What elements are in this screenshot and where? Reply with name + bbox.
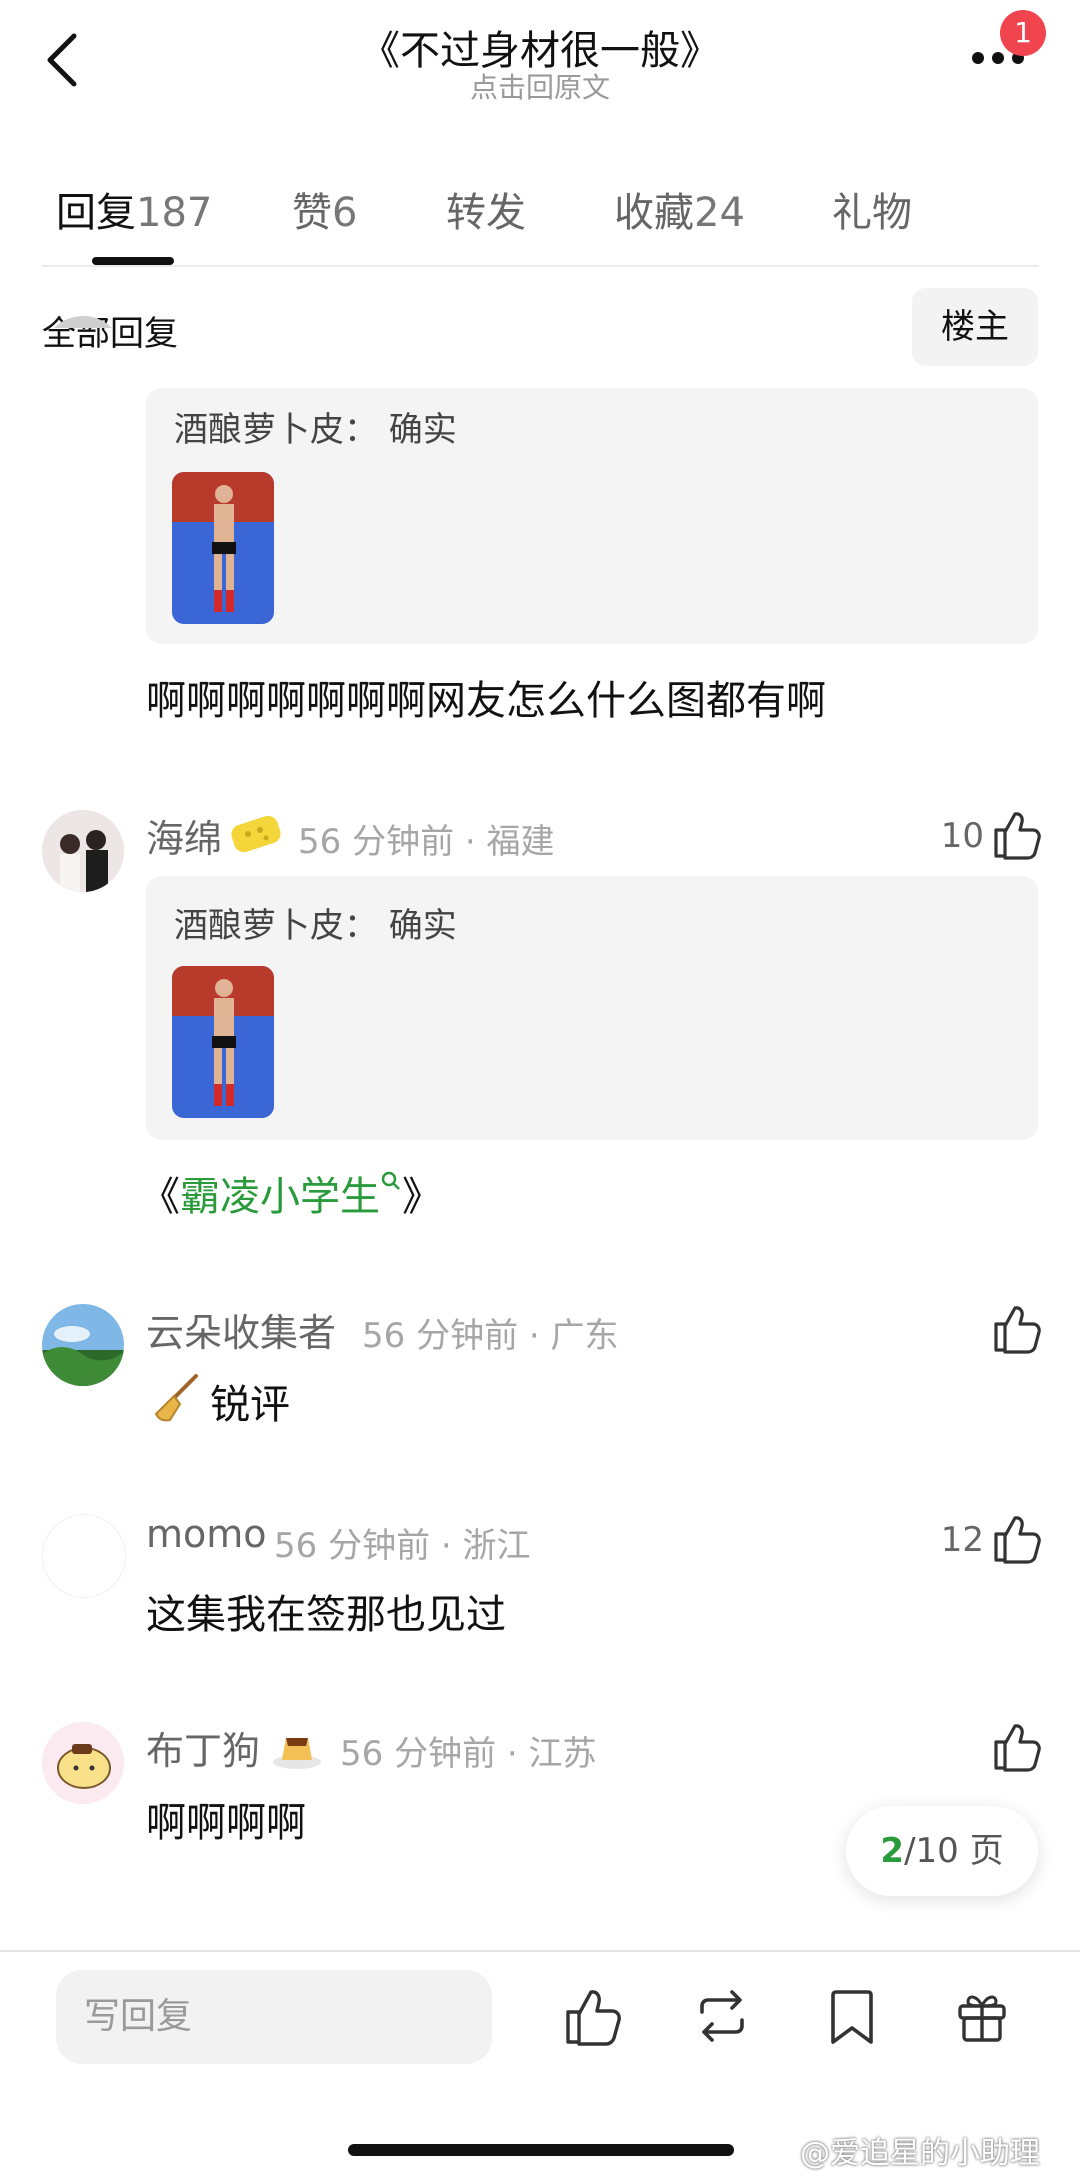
comment-meta: 56 分钟前 · 浙江 xyxy=(274,1526,531,1566)
username[interactable]: 云朵收集者 xyxy=(146,1302,336,1357)
topic-link[interactable]: 霸凌小学生 xyxy=(180,1174,380,1220)
bracket-close: 》 xyxy=(402,1174,442,1220)
quoted-text: 酒酿萝卜皮： 确实 xyxy=(174,410,457,450)
comment-meta: 56 分钟前 · 福建 xyxy=(298,822,555,862)
comment-text: 《霸凌小学生》 xyxy=(140,1164,442,1222)
quoted-image[interactable] xyxy=(172,966,274,1118)
tab-label: 礼物 xyxy=(832,190,912,236)
notification-badge: 1 xyxy=(1000,10,1046,56)
username[interactable]: 布丁狗 xyxy=(146,1720,260,1775)
like-icon[interactable] xyxy=(562,1986,622,2046)
broom-emoji-icon xyxy=(154,1374,198,1422)
tab-label: 回复 xyxy=(56,190,136,236)
runway-photo-icon xyxy=(172,966,274,1118)
comment-text: 啊啊啊啊 xyxy=(146,1800,306,1846)
tab-count: 24 xyxy=(694,190,745,236)
like-count: 10 xyxy=(940,816,984,856)
like-icon[interactable] xyxy=(990,808,1042,860)
home-indicator xyxy=(348,2144,734,2156)
gift-icon[interactable] xyxy=(952,1986,1012,2046)
current-page: 2 xyxy=(880,1831,905,1871)
username[interactable]: momo xyxy=(146,1512,267,1556)
comment-meta: 56 分钟前 · 广东 xyxy=(362,1316,619,1356)
couple-avatar-icon xyxy=(42,810,124,892)
repost-icon[interactable] xyxy=(692,1986,752,2046)
louzhu-button[interactable]: 楼主 xyxy=(912,288,1038,366)
tab-label: 赞 xyxy=(292,190,332,236)
quoted-reply[interactable]: 酒酿萝卜皮： 确实 xyxy=(146,876,1038,1140)
tab-favorites[interactable]: 收藏24 xyxy=(614,180,745,238)
active-tab-indicator xyxy=(92,257,174,265)
tab-likes[interactable]: 赞6 xyxy=(292,180,357,238)
total-pages: /10 页 xyxy=(904,1831,1004,1871)
reply-input[interactable]: 写回复 xyxy=(56,1970,492,2064)
all-replies-label: 全部回复 xyxy=(42,314,178,354)
quoted-text: 酒酿萝卜皮： 确实 xyxy=(174,906,457,946)
watermark: @爱追星的小助理 xyxy=(800,2136,1040,2171)
quoted-reply[interactable]: 酒酿萝卜皮： 确实 xyxy=(146,388,1038,644)
comment-text: 啊啊啊啊啊啊啊网友怎么什么图都有啊 xyxy=(146,678,826,724)
tab-gifts[interactable]: 礼物 xyxy=(832,180,912,238)
tab-count: 187 xyxy=(136,190,213,236)
tab-label: 收藏 xyxy=(614,190,694,236)
back-to-original-link[interactable]: 点击回原文 xyxy=(0,66,1080,106)
search-icon xyxy=(381,1171,400,1190)
like-icon[interactable] xyxy=(990,1512,1042,1564)
bookmark-icon[interactable] xyxy=(822,1986,882,2046)
username[interactable]: 海绵 xyxy=(146,808,222,863)
page-indicator[interactable]: 2/10 页 xyxy=(846,1806,1038,1896)
like-icon[interactable] xyxy=(990,1302,1042,1354)
like-count: 12 xyxy=(940,1520,984,1560)
tab-replies[interactable]: 回复187 xyxy=(56,180,212,238)
tab-reposts[interactable]: 转发 xyxy=(446,180,526,238)
avatar[interactable] xyxy=(42,1722,124,1804)
tab-divider xyxy=(42,265,1039,267)
sponge-emoji-icon xyxy=(231,815,281,853)
avatar[interactable] xyxy=(42,1514,126,1598)
tab-label: 转发 xyxy=(446,190,526,236)
comment-text: 锐评 xyxy=(210,1382,290,1428)
avatar[interactable] xyxy=(42,1304,124,1386)
pompompurin-avatar-icon xyxy=(42,1722,124,1804)
pudding-emoji-icon xyxy=(273,1738,321,1769)
quoted-image[interactable] xyxy=(172,472,274,624)
bracket-open: 《 xyxy=(140,1174,180,1220)
like-icon[interactable] xyxy=(990,1720,1042,1772)
avatar[interactable] xyxy=(42,810,124,892)
comment-text: 这集我在签那也见过 xyxy=(146,1592,506,1638)
runway-photo-icon xyxy=(172,472,274,624)
landscape-avatar-icon xyxy=(42,1304,124,1386)
tab-count: 6 xyxy=(332,190,358,236)
comment-meta: 56 分钟前 · 江苏 xyxy=(340,1734,597,1774)
